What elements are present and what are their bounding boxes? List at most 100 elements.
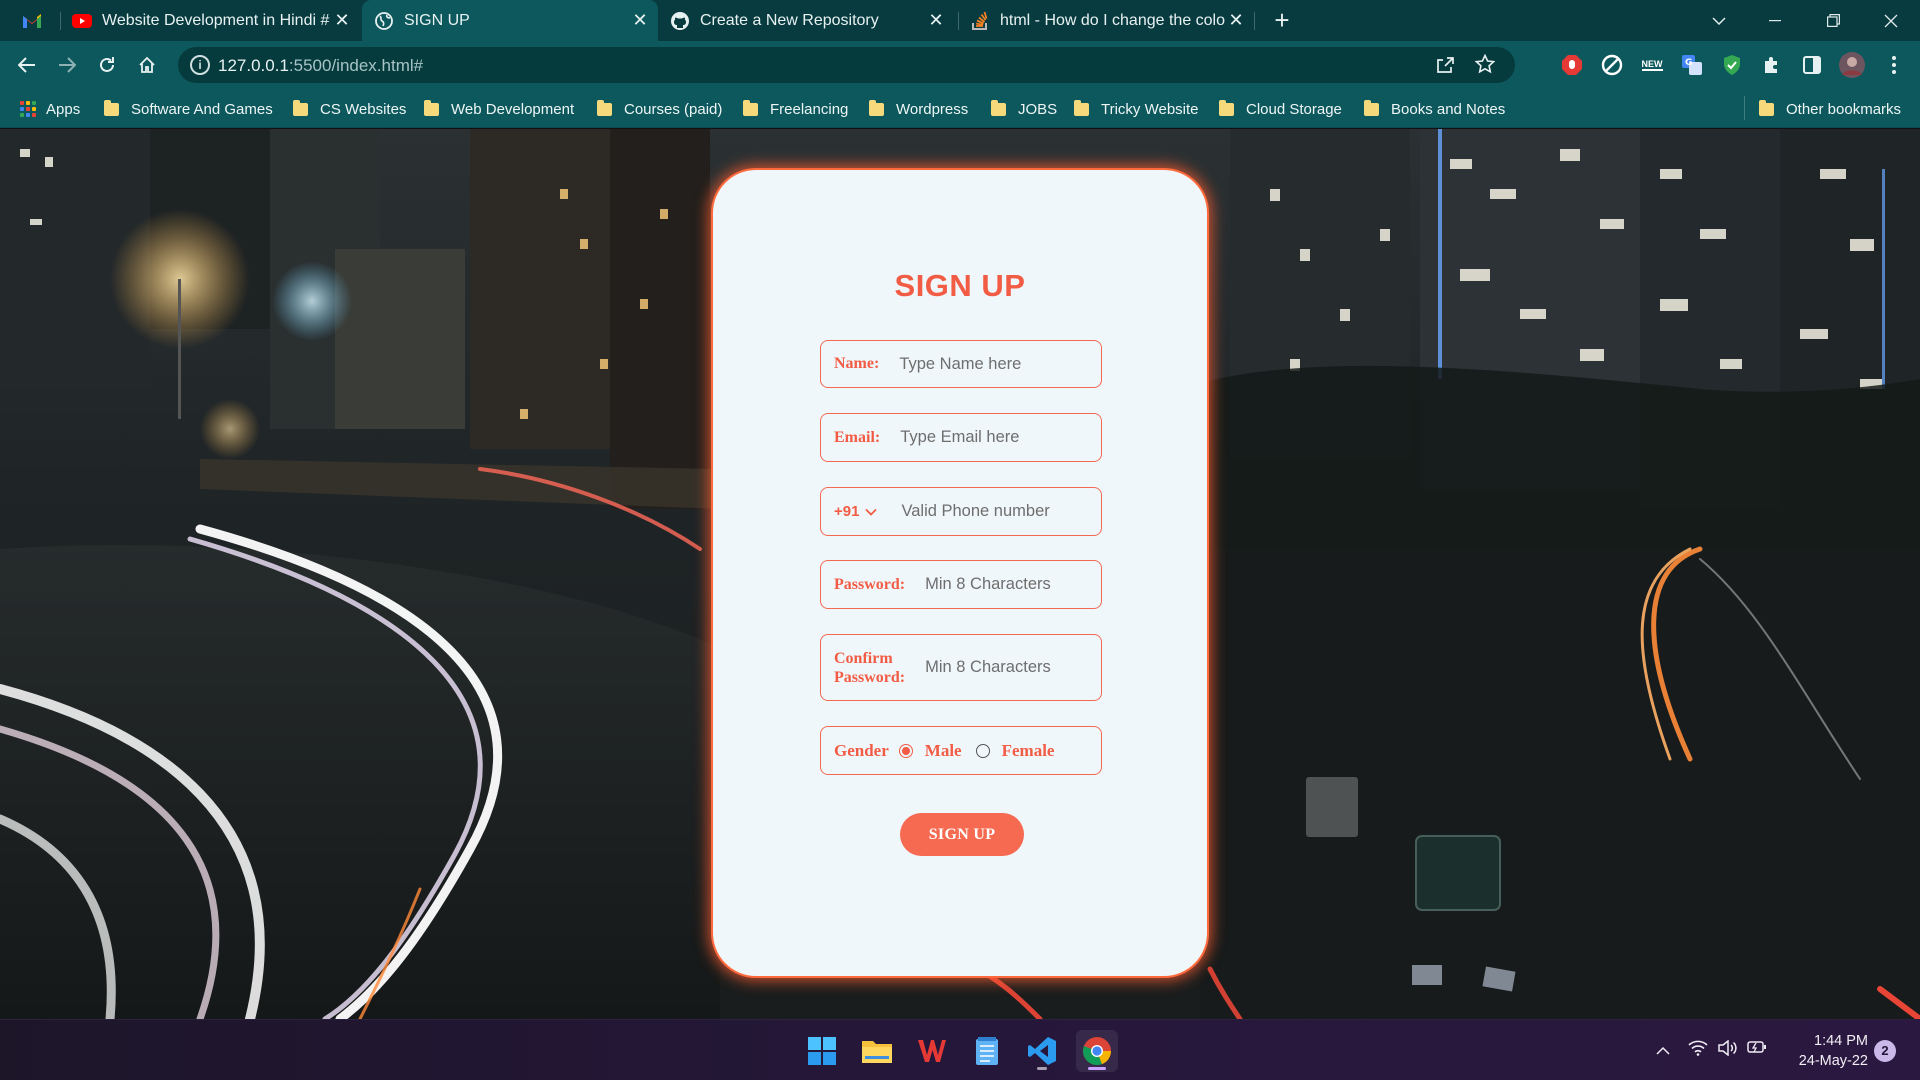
close-window-button[interactable] (1868, 0, 1914, 41)
bookmark-folder[interactable]: Wordpress (869, 98, 968, 120)
bookmark-folder[interactable]: Freelancing (743, 98, 848, 120)
tab-github[interactable]: Create a New Repository ✕ (670, 0, 946, 41)
bookmark-label: Cloud Storage (1246, 100, 1342, 118)
folder-icon (597, 99, 612, 116)
close-icon[interactable]: ✕ (1226, 10, 1246, 31)
bookmark-folder[interactable]: CS Websites (293, 98, 406, 120)
bookmark-folder[interactable]: Tricky Website (1074, 98, 1199, 120)
email-label: Email: (834, 428, 881, 446)
menu-kebab-icon[interactable] (1881, 52, 1907, 78)
form-title: SIGN UP (894, 268, 1026, 303)
share-icon[interactable] (1435, 55, 1455, 80)
close-icon[interactable]: ✕ (926, 10, 946, 31)
tab-separator (958, 12, 959, 30)
tab-gmail-pinned[interactable] (22, 0, 50, 41)
phone-input[interactable] (901, 502, 1092, 521)
home-button[interactable] (132, 50, 162, 80)
bookmark-folder[interactable]: JOBS (991, 98, 1057, 120)
bookmark-folder[interactable]: Cloud Storage (1219, 98, 1342, 120)
chevron-down-icon (865, 508, 878, 516)
tab-title: Website Development in Hindi # (102, 11, 330, 29)
folder-icon (104, 99, 119, 116)
translate-extension-icon[interactable]: G (1679, 52, 1705, 78)
bookmark-folder[interactable]: Software And Games (104, 98, 273, 120)
bookmarks-bar: Apps Software And Games CS Websites Web … (0, 89, 1920, 128)
folder-icon (991, 99, 1006, 116)
bookmark-folder[interactable]: Web Development (424, 98, 574, 120)
gender-female-label[interactable]: Female (1002, 741, 1055, 761)
gmail-icon (22, 11, 42, 31)
gender-label: Gender (834, 740, 889, 760)
new-extension-icon[interactable]: NEW (1639, 52, 1665, 78)
reload-button[interactable] (92, 50, 122, 80)
folder-icon (743, 99, 758, 116)
site-info-icon[interactable]: i (190, 55, 210, 75)
forward-button[interactable] (52, 50, 82, 80)
bookmarks-separator (1744, 96, 1745, 120)
gender-male-radio[interactable] (898, 743, 913, 758)
wps-office-icon[interactable] (911, 1030, 953, 1072)
profile-avatar[interactable] (1839, 52, 1865, 78)
chevron-up-icon[interactable] (1656, 1042, 1670, 1059)
vscode-icon[interactable] (1021, 1030, 1063, 1072)
confirm-password-input[interactable] (925, 658, 1076, 677)
chrome-icon[interactable] (1076, 1030, 1118, 1072)
name-input[interactable] (899, 354, 1050, 374)
volume-icon[interactable] (1718, 1039, 1738, 1060)
side-panel-icon[interactable] (1799, 52, 1825, 78)
restore-button[interactable] (1810, 0, 1856, 41)
minimize-icon (1769, 19, 1781, 21)
puzzle-extensions-icon[interactable] (1759, 52, 1785, 78)
gender-female-radio[interactable] (975, 743, 990, 758)
confirm-password-field[interactable]: Confirm Password: (820, 634, 1102, 701)
signup-submit-button[interactable]: SIGN UP (900, 813, 1024, 856)
folder-icon (1219, 99, 1234, 116)
battery-icon[interactable] (1747, 1040, 1767, 1058)
adblock-extension-icon[interactable] (1559, 52, 1585, 78)
close-icon[interactable]: ✕ (630, 10, 650, 31)
tab-search-button[interactable] (1696, 0, 1742, 41)
password-input[interactable] (925, 575, 1076, 594)
new-tab-button[interactable]: + (1268, 7, 1296, 34)
system-clock[interactable]: 1:44 PM 24-May-22 (1782, 1031, 1868, 1071)
notification-badge[interactable]: 2 (1874, 1040, 1896, 1062)
country-code-select[interactable]: +91 (821, 503, 878, 520)
tab-youtube[interactable]: Website Development in Hindi # ✕ (72, 0, 352, 41)
confirm-label-line-1: Confirm (834, 649, 893, 667)
windows-start-icon[interactable] (801, 1030, 843, 1072)
bookmark-apps[interactable]: Apps (20, 98, 80, 120)
close-icon[interactable]: ✕ (332, 10, 352, 31)
tab-stackoverflow[interactable]: html - How do I change the colo ✕ (970, 0, 1246, 41)
tab-title: html - How do I change the colo (1000, 11, 1226, 29)
shield-extension-icon[interactable] (1719, 52, 1745, 78)
country-code-value: +91 (834, 503, 860, 520)
back-button[interactable] (12, 50, 42, 80)
wifi-icon[interactable] (1688, 1040, 1708, 1060)
email-field[interactable]: Email: (820, 413, 1102, 462)
email-input[interactable] (900, 428, 1051, 447)
windows-taskbar: 1:44 PM 24-May-22 2 (0, 1019, 1920, 1080)
url-text[interactable]: 127.0.0.1:5500/index.html# (218, 56, 423, 76)
block-extension-icon[interactable] (1599, 52, 1625, 78)
file-explorer-icon[interactable] (856, 1030, 898, 1072)
confirm-label-line-2: Password: (834, 668, 906, 686)
name-field[interactable]: Name: (820, 340, 1102, 388)
bookmark-other[interactable]: Other bookmarks (1759, 98, 1901, 120)
password-field[interactable]: Password: (820, 560, 1102, 609)
password-label: Password: (834, 575, 906, 593)
globe-icon (374, 11, 394, 31)
bookmark-folder[interactable]: Books and Notes (1364, 98, 1505, 120)
name-label: Name: (834, 355, 880, 372)
running-indicator (1088, 1067, 1106, 1070)
tab-title: Create a New Repository (700, 11, 879, 29)
address-bar[interactable]: i 127.0.0.1:5500/index.html# (178, 47, 1515, 83)
phone-field[interactable]: +91 (820, 487, 1102, 536)
browser-tab-strip: Website Development in Hindi # ✕ SIGN UP… (0, 0, 1920, 41)
gender-male-label[interactable]: Male (925, 741, 962, 761)
minimize-button[interactable] (1752, 0, 1798, 41)
bookmark-star-icon[interactable] (1474, 53, 1496, 79)
notepad-icon[interactable] (966, 1030, 1008, 1072)
tab-sign-up[interactable]: SIGN UP ✕ (362, 0, 658, 41)
bookmark-folder[interactable]: Courses (paid) (597, 98, 722, 120)
url-host: 127.0.0.1 (218, 56, 289, 75)
